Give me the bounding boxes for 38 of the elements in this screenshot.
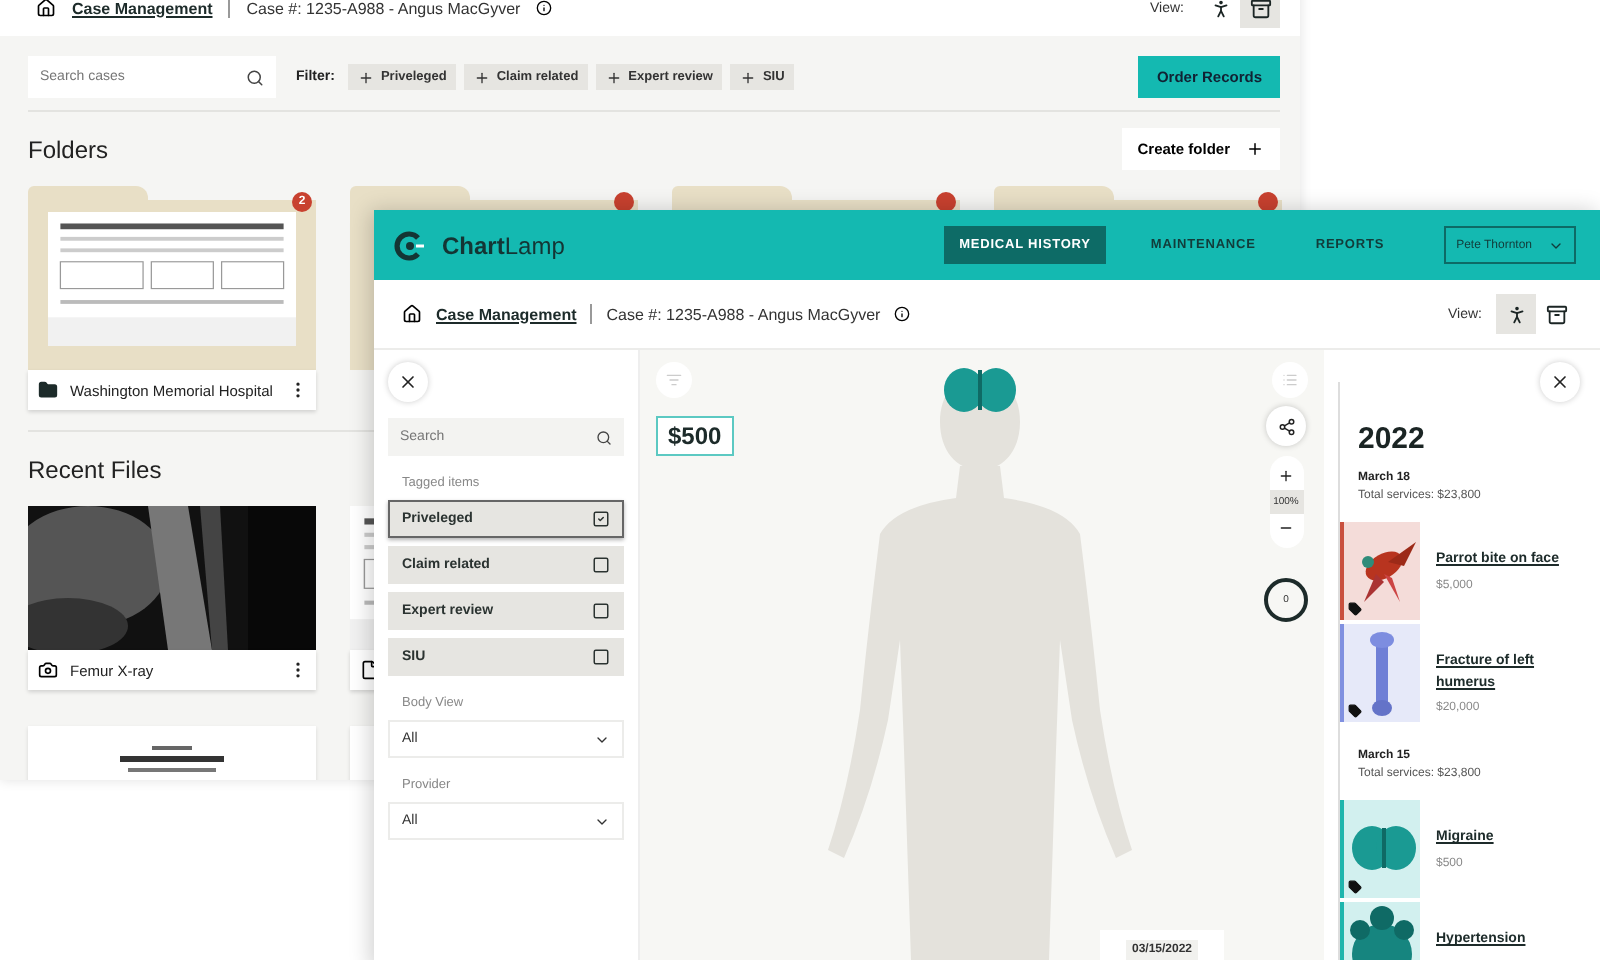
case-title: Case #: 1235-A988 - Angus MacGyver	[246, 0, 521, 17]
plus-icon	[1278, 468, 1294, 484]
close-icon	[1550, 372, 1570, 392]
home-icon[interactable]	[402, 304, 422, 324]
year-heading: 2022	[1358, 422, 1427, 456]
plus-icon	[740, 69, 757, 85]
home-icon[interactable]	[36, 0, 56, 18]
archive-icon	[1249, 0, 1271, 19]
close-icon	[398, 372, 418, 392]
amount-label: $500	[656, 416, 734, 456]
info-icon[interactable]	[536, 0, 553, 16]
search-icon[interactable]	[246, 68, 264, 86]
close-button[interactable]	[388, 362, 428, 402]
archive-icon	[1545, 303, 1567, 325]
section-title: Folders	[28, 135, 109, 163]
search-icon[interactable]	[596, 429, 612, 445]
plus-icon	[474, 69, 491, 85]
close-button[interactable]	[1540, 362, 1580, 402]
section-title: Recent Files	[28, 455, 162, 483]
body-view-button[interactable]	[1496, 294, 1536, 334]
plus-icon	[358, 69, 375, 85]
camera-icon	[38, 660, 58, 680]
plus-icon	[606, 69, 623, 85]
info-icon[interactable]	[894, 306, 911, 322]
plus-icon	[1246, 140, 1264, 158]
breadcrumb-link[interactable]: Case Management	[436, 305, 577, 323]
share-icon	[1277, 417, 1295, 435]
folder-icon	[38, 380, 58, 400]
app-logo: ChartLamp	[442, 231, 565, 259]
person-icon	[1505, 303, 1527, 325]
case-title: Case #: 1235-A988 - Angus MacGyver	[606, 305, 881, 323]
logo-icon	[394, 229, 426, 261]
person-icon	[1209, 0, 1231, 19]
breadcrumb-link[interactable]: Case Management	[72, 0, 213, 17]
list-icon	[1282, 372, 1298, 388]
share-button[interactable]	[1266, 406, 1306, 446]
archive-view-button[interactable]	[1240, 0, 1280, 28]
filter-icon	[666, 372, 682, 388]
